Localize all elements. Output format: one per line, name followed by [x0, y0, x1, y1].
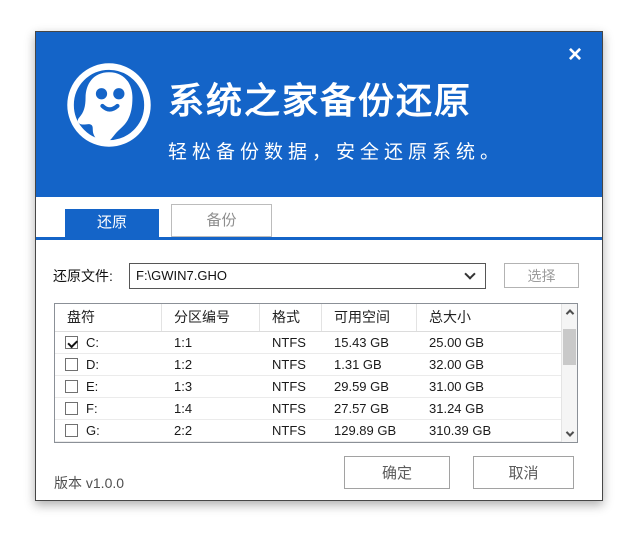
scroll-up-button[interactable]	[562, 304, 577, 320]
tab-backup[interactable]: 备份	[171, 204, 272, 237]
format-value: NTFS	[260, 332, 322, 353]
table-row[interactable]: C: 1:1 NTFS 15.43 GB 25.00 GB	[55, 332, 561, 354]
ok-button[interactable]: 确定	[344, 456, 450, 489]
partition-table-body: C: 1:1 NTFS 15.43 GB 25.00 GB D: 1:2 NTF…	[55, 332, 561, 442]
version-label: 版本 v1.0.0	[54, 473, 124, 493]
chevron-up-icon	[565, 309, 573, 317]
restore-file-value: F:\GWIN7.GHO	[136, 264, 227, 288]
free-space: 29.59 GB	[322, 376, 417, 397]
free-space: 1.31 GB	[322, 354, 417, 375]
partition-number: 1:3	[162, 376, 260, 397]
table-row[interactable]: E: 1:3 NTFS 29.59 GB 31.00 GB	[55, 376, 561, 398]
tab-restore[interactable]: 还原	[65, 209, 159, 237]
col-header-total[interactable]: 总大小	[417, 304, 561, 331]
app-window: 系统之家备份还原 轻松备份数据，安全还原系统。 × 还原 备份 还原文件: F:…	[35, 31, 603, 501]
drive-letter: E:	[86, 376, 98, 397]
drive-letter: C:	[86, 332, 99, 353]
drive-letter: G:	[86, 420, 100, 441]
chevron-down-icon	[464, 268, 475, 279]
col-header-free[interactable]: 可用空间	[322, 304, 417, 331]
partition-number: 2:2	[162, 420, 260, 441]
scroll-down-button[interactable]	[562, 426, 577, 442]
free-space: 27.57 GB	[322, 398, 417, 419]
partition-number: 1:4	[162, 398, 260, 419]
table-scrollbar[interactable]	[561, 304, 577, 442]
format-value: NTFS	[260, 398, 322, 419]
partition-table: 盘符 分区编号 格式 可用空间 总大小 C: 1:1 NTFS 15.43 GB…	[54, 303, 578, 443]
col-header-format[interactable]: 格式	[260, 304, 322, 331]
drive-checkbox[interactable]	[65, 336, 78, 349]
chevron-down-icon	[565, 428, 573, 436]
app-title: 系统之家备份还原	[168, 72, 504, 124]
header-titles: 系统之家备份还原 轻松备份数据，安全还原系统。	[168, 72, 504, 164]
format-value: NTFS	[260, 420, 322, 441]
cancel-button[interactable]: 取消	[473, 456, 574, 489]
total-size: 32.00 GB	[417, 354, 561, 375]
table-row[interactable]: D: 1:2 NTFS 1.31 GB 32.00 GB	[55, 354, 561, 376]
col-header-drive[interactable]: 盘符	[55, 304, 162, 331]
format-value: NTFS	[260, 354, 322, 375]
partition-number: 1:2	[162, 354, 260, 375]
table-row[interactable]: F: 1:4 NTFS 27.57 GB 31.24 GB	[55, 398, 561, 420]
format-value: NTFS	[260, 376, 322, 397]
select-file-button[interactable]: 选择	[504, 263, 579, 288]
tab-underline	[36, 237, 602, 240]
drive-letter: D:	[86, 354, 99, 375]
app-header: 系统之家备份还原 轻松备份数据，安全还原系统。 ×	[36, 32, 602, 197]
drive-checkbox[interactable]	[65, 424, 78, 437]
total-size: 310.39 GB	[417, 420, 561, 441]
free-space: 15.43 GB	[322, 332, 417, 353]
drive-checkbox[interactable]	[65, 380, 78, 393]
scrollbar-thumb[interactable]	[563, 329, 576, 365]
restore-file-label: 还原文件:	[53, 263, 113, 289]
table-row[interactable]: G: 2:2 NTFS 129.89 GB 310.39 GB	[55, 420, 561, 442]
drive-letter: F:	[86, 398, 98, 419]
app-subtitle: 轻松备份数据，安全还原系统。	[168, 137, 504, 164]
col-header-partition[interactable]: 分区编号	[162, 304, 260, 331]
total-size: 31.24 GB	[417, 398, 561, 419]
close-icon: ×	[568, 41, 582, 68]
close-button[interactable]: ×	[562, 42, 588, 68]
partition-number: 1:1	[162, 332, 260, 353]
restore-file-combobox[interactable]: F:\GWIN7.GHO	[129, 263, 486, 289]
total-size: 31.00 GB	[417, 376, 561, 397]
free-space: 129.89 GB	[322, 420, 417, 441]
partition-table-header: 盘符 分区编号 格式 可用空间 总大小	[55, 304, 561, 332]
ghost-logo-icon	[64, 60, 154, 150]
total-size: 25.00 GB	[417, 332, 561, 353]
drive-checkbox[interactable]	[65, 402, 78, 415]
drive-checkbox[interactable]	[65, 358, 78, 371]
